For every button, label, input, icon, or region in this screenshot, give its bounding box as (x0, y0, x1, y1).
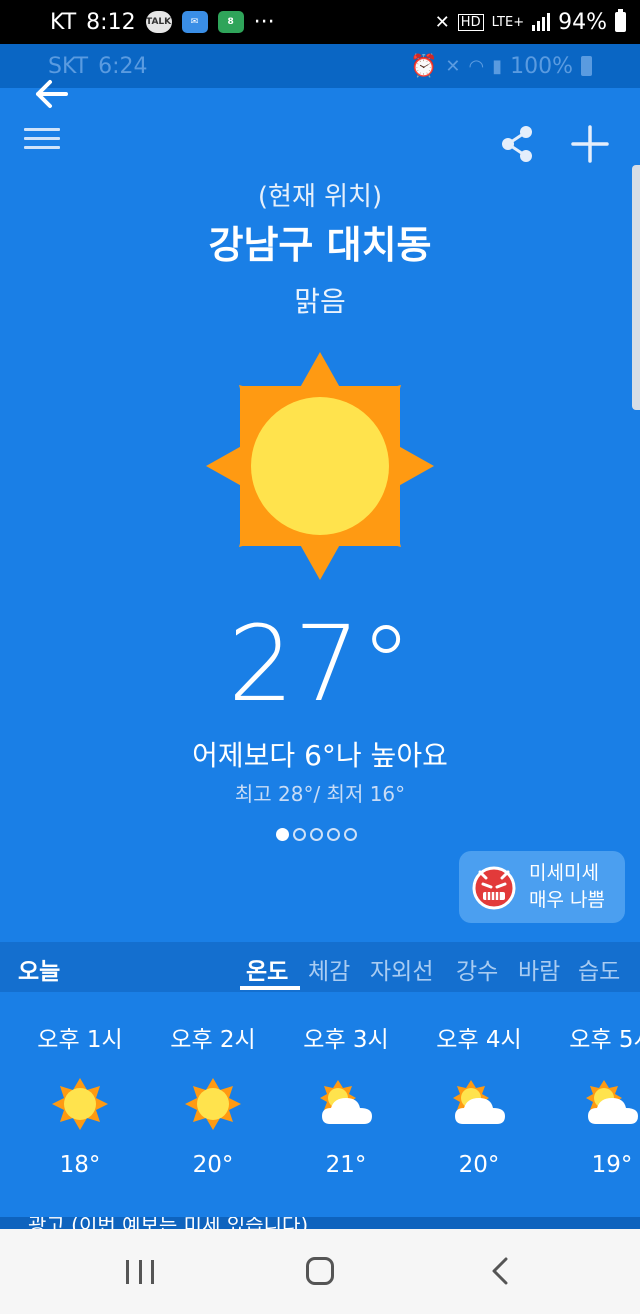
hamburger-icon (24, 128, 64, 149)
hour-label: 오후 5시 (569, 1027, 640, 1053)
arrow-left-icon (36, 80, 68, 108)
hour-temp: 21° (325, 1152, 367, 1178)
high-low-temperature: 최고 28°/ 최저 16° (234, 782, 406, 806)
hour-label: 오후 2시 (170, 1027, 256, 1053)
page-dot[interactable] (276, 828, 289, 841)
device-status-bar: KT 8:12 TALK ✉ 8 ··· ✕ HD LTE+ 94% (0, 0, 640, 44)
tab-uv[interactable]: 자외선 (370, 952, 433, 986)
battery-icon (615, 9, 626, 32)
tab-humidity[interactable]: 습도 (578, 952, 620, 986)
forecast-tabs: 오늘 온도 체감 자외선 강수 바람 습도 (0, 942, 640, 992)
hd-icon: HD (457, 13, 484, 31)
mute-icon: ✕ (434, 11, 450, 33)
share-button[interactable] (498, 122, 538, 166)
hour-label: 오후 3시 (303, 1027, 389, 1053)
inner-clock: 6:24 (98, 53, 148, 79)
battery-percent: 94% (558, 9, 607, 35)
inner-battery-percent: 100% (510, 53, 573, 79)
plus-icon (571, 125, 609, 163)
page-dot[interactable] (344, 828, 357, 841)
calendar-notification-icon: 8 (217, 11, 244, 33)
hour-label: 오후 1시 (37, 1027, 123, 1053)
inner-mute-icon: ✕ (445, 55, 461, 77)
partly-cloudy-icon (586, 1080, 638, 1124)
ad-text: 광고 (이번 예보는 미세 있습니다) (28, 1217, 309, 1229)
sun-icon (185, 1078, 241, 1130)
back-button[interactable] (30, 74, 74, 114)
angry-face-icon (472, 866, 516, 910)
signal-icon (532, 13, 551, 31)
page-dot[interactable] (293, 828, 306, 841)
app-status-bar: SKT 6:24 ⏰ ✕ ◠ ▮ 100% (0, 44, 640, 88)
tab-temperature[interactable]: 온도 (246, 952, 288, 986)
hourly-item[interactable]: 오후 4시 20° (419, 1020, 539, 1178)
current-location-label: (현재 위치) (257, 182, 383, 212)
sun-icon (206, 352, 434, 580)
page-indicator (276, 828, 357, 841)
fine-dust-badge[interactable]: 미세미세 매우 나쁨 (459, 851, 625, 923)
hourly-item[interactable]: 오후 3시 21° (286, 1020, 406, 1178)
temperature-comparison: 어제보다 6°나 높아요 (192, 739, 448, 772)
page-dot[interactable] (310, 828, 323, 841)
ad-banner[interactable]: 광고 (이번 예보는 미세 있습니다) (0, 1217, 640, 1229)
wifi-icon: ◠ (468, 55, 485, 77)
inner-battery-icon (581, 56, 592, 76)
carrier-label: KT (50, 9, 77, 35)
inner-signal-icon: ▮ (492, 55, 503, 77)
tab-feels-like[interactable]: 체감 (308, 952, 350, 986)
partly-cloudy-icon (320, 1080, 372, 1124)
home-button[interactable] (306, 1257, 334, 1285)
alarm-icon: ⏰ (409, 53, 438, 79)
today-label: 오늘 (18, 959, 61, 985)
kakaotalk-notification-icon: TALK (145, 11, 172, 33)
hour-temp: 20° (458, 1152, 500, 1178)
clock: 8:12 (86, 9, 136, 35)
dust-status: 매우 나쁨 (529, 889, 605, 911)
hour-temp: 19° (591, 1152, 633, 1178)
share-icon (502, 126, 532, 162)
tab-precipitation[interactable]: 강수 (456, 952, 498, 986)
system-navigation-bar (0, 1229, 640, 1314)
add-location-button[interactable] (568, 122, 612, 166)
current-temperature: 27° (227, 603, 413, 725)
hour-temp: 20° (192, 1152, 234, 1178)
hourly-item[interactable]: 오후 2시 20° (153, 1020, 273, 1178)
nav-back-button[interactable] (486, 1255, 514, 1287)
sun-icon (52, 1078, 108, 1130)
hourly-item[interactable]: 오후 1시 18° (20, 1020, 140, 1178)
hour-temp: 18° (59, 1152, 101, 1178)
dust-service-name: 미세미세 (529, 862, 599, 884)
hourly-forecast[interactable]: 오후 1시 18° 오후 2시 20° 오후 3시 21° 오후 4시 20° (0, 992, 640, 1217)
active-tab-indicator (240, 986, 300, 990)
tab-wind[interactable]: 바람 (518, 952, 560, 986)
weather-condition: 맑음 (294, 285, 346, 318)
hour-label: 오후 4시 (436, 1027, 522, 1053)
more-notifications-icon: ··· (253, 9, 275, 35)
menu-button[interactable] (24, 122, 64, 158)
hourly-item[interactable]: 오후 5시 19° (552, 1020, 640, 1178)
lte-icon: LTE+ (491, 14, 525, 30)
recent-apps-button[interactable] (126, 1260, 154, 1284)
page-dot[interactable] (327, 828, 340, 841)
location-name[interactable]: 강남구 대치동 (0, 214, 640, 269)
mail-notification-icon: ✉ (181, 11, 208, 33)
partly-cloudy-icon (453, 1080, 505, 1124)
